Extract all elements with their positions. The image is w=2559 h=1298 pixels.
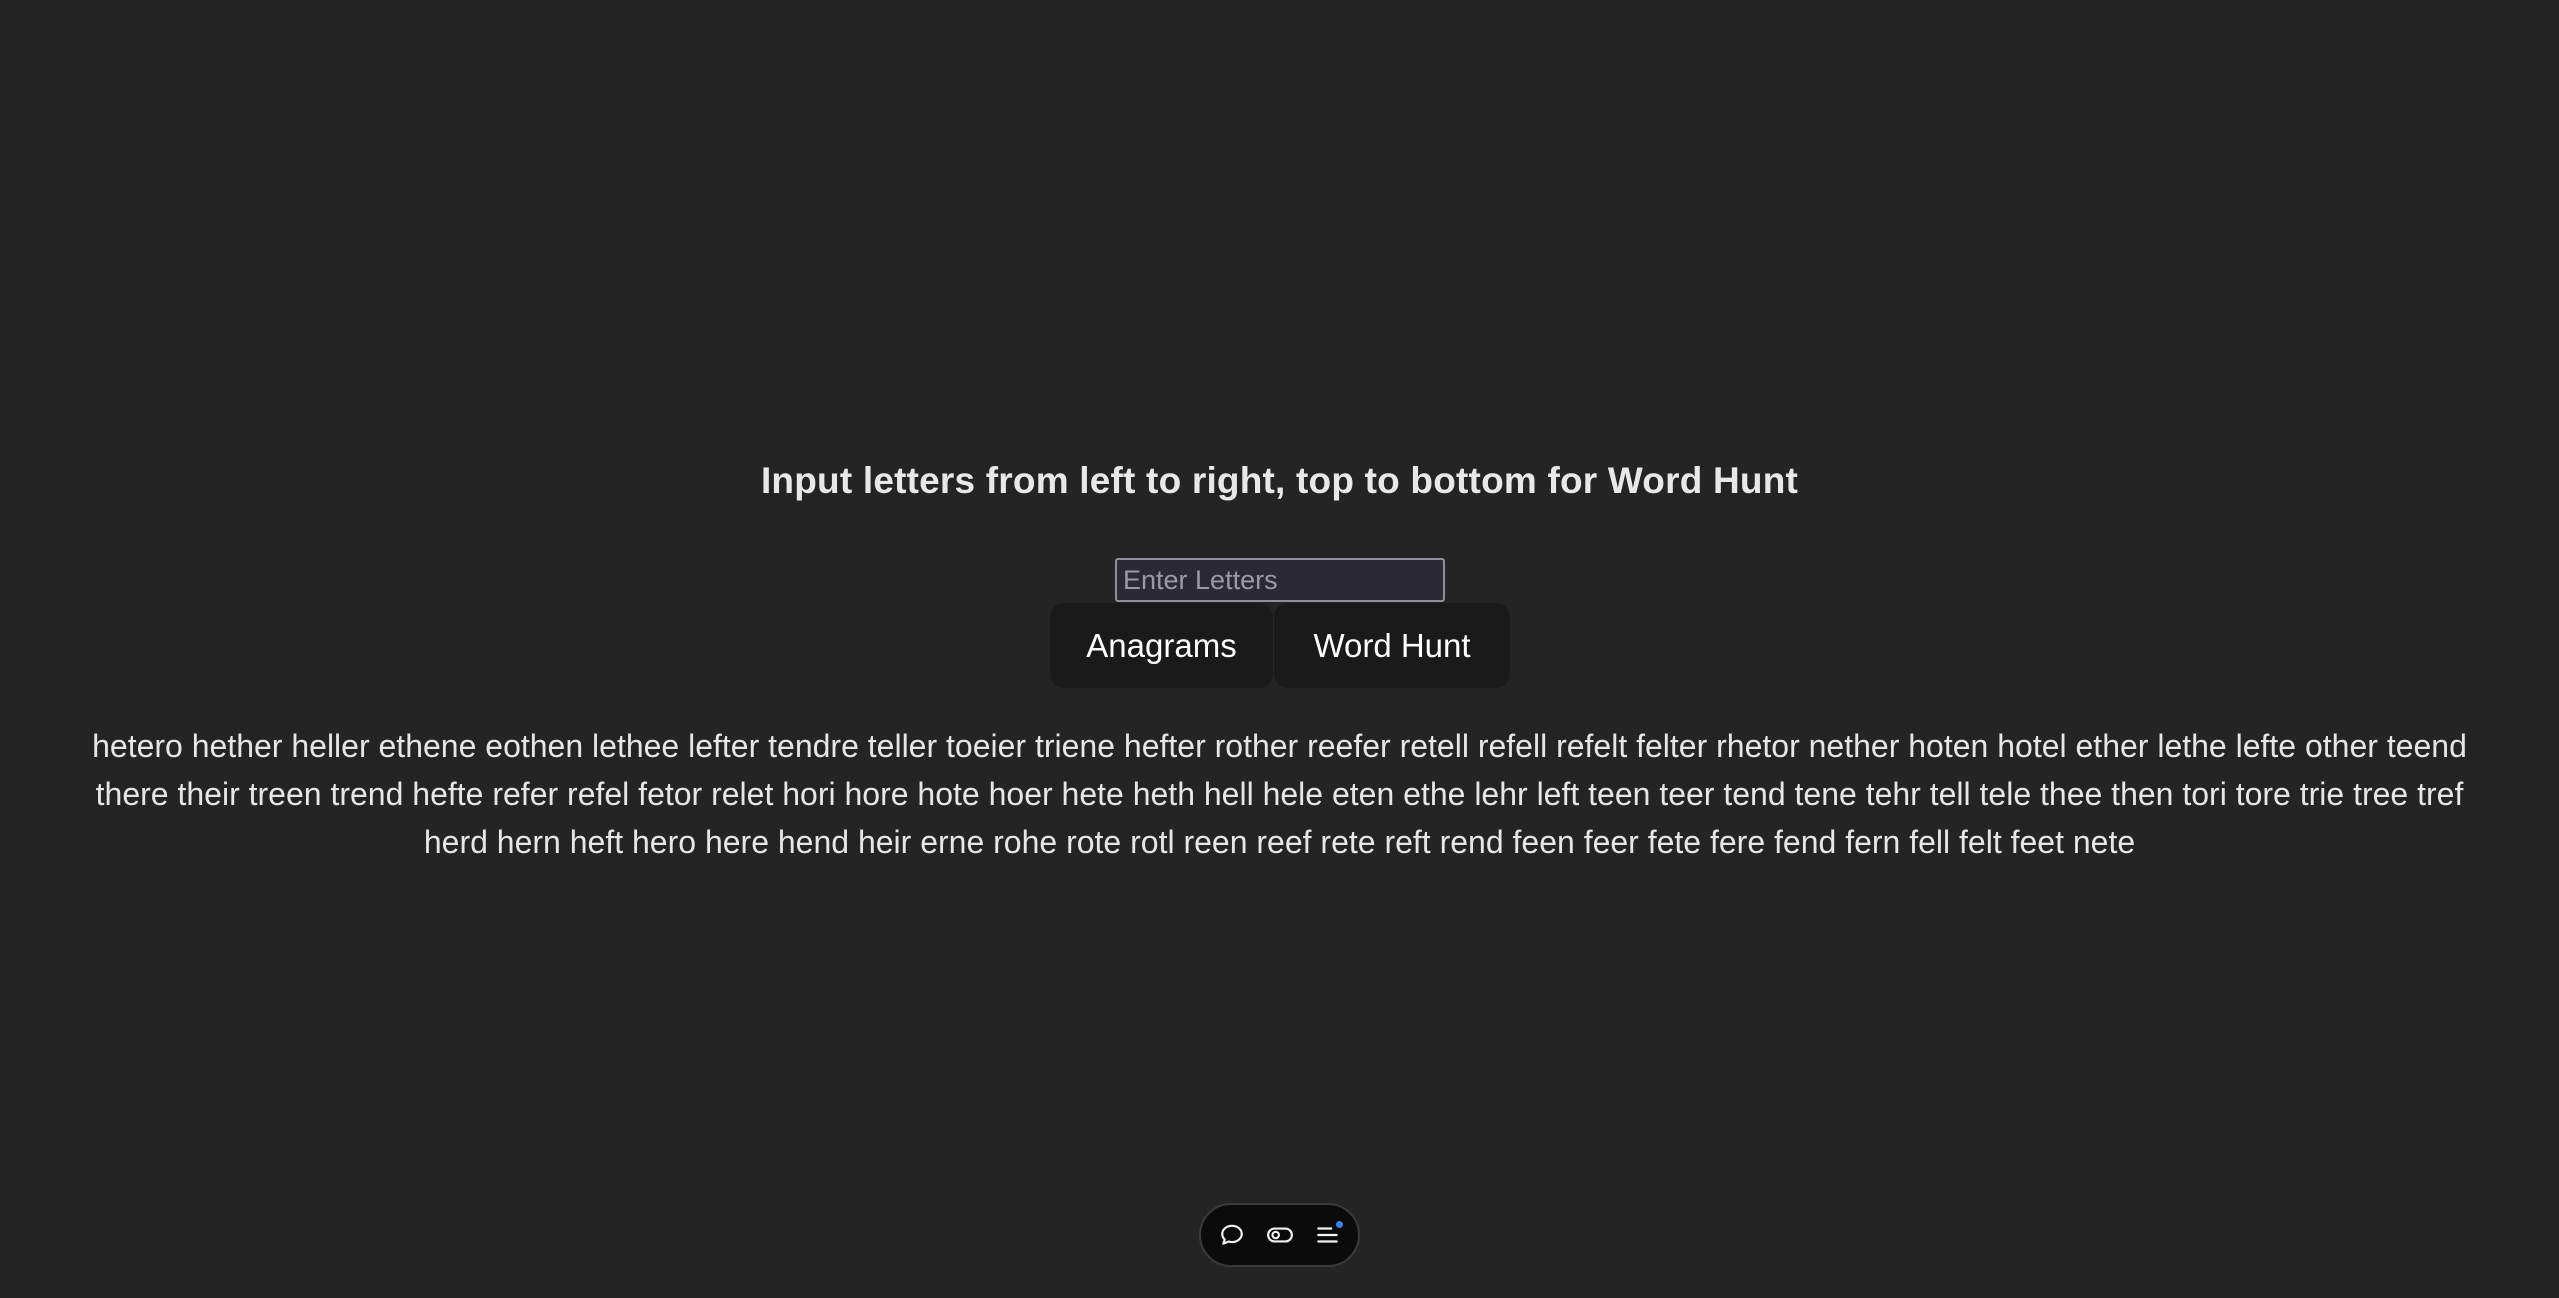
toggle-eye-icon[interactable] xyxy=(1265,1220,1295,1250)
results-list: hetero hether heller ethene eothen lethe… xyxy=(60,722,2499,866)
menu-list-icon[interactable] xyxy=(1313,1220,1343,1250)
page-heading: Input letters from left to right, top to… xyxy=(760,460,1799,501)
anagrams-button[interactable]: Anagrams xyxy=(1050,603,1273,688)
word-hunt-button[interactable]: Word Hunt xyxy=(1274,603,1510,688)
chat-bubble-icon[interactable] xyxy=(1217,1220,1247,1250)
results-line: hetero hether heller ethene eothen lethe… xyxy=(92,728,2467,764)
floating-toolbar xyxy=(1199,1203,1360,1267)
notification-dot xyxy=(1335,1221,1343,1228)
letters-input[interactable] xyxy=(1115,558,1445,602)
results-line: herd hern heft hero here hend heir erne … xyxy=(423,824,2136,860)
page: Input letters from left to right, top to… xyxy=(0,0,2559,1298)
results-line: there their treen trend hefte refer refe… xyxy=(95,776,2464,812)
